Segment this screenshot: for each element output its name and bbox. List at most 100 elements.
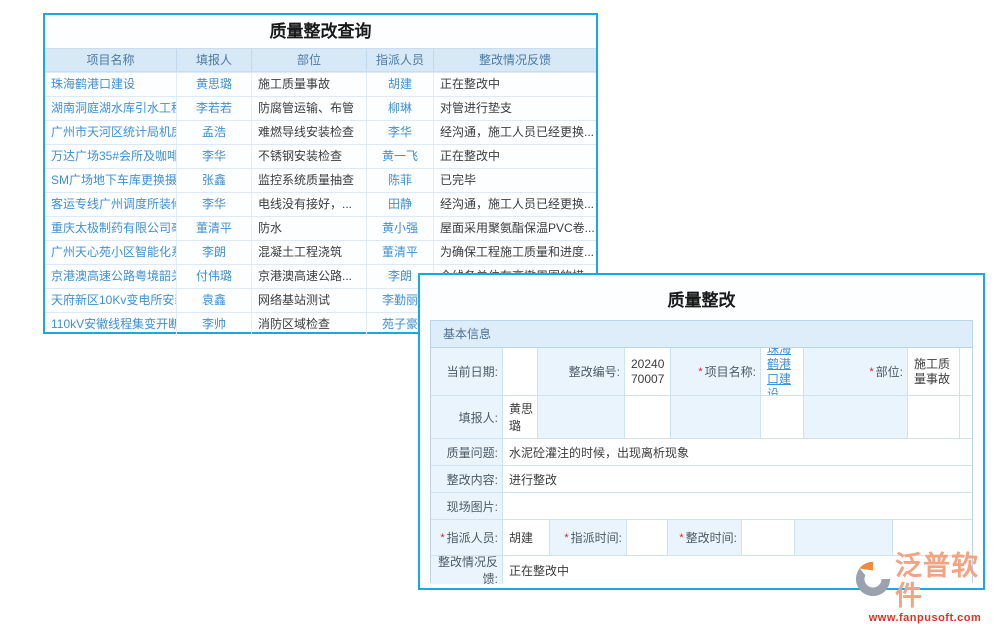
part-cell: 难燃导线安装检查 — [252, 121, 367, 144]
assignee-field[interactable]: 胡建 — [503, 520, 550, 555]
feedback-cell: 为确保工程施工质量和进度... — [434, 241, 596, 264]
assign-time-field[interactable] — [627, 520, 668, 555]
table-row: SM广场地下车库更换摄像 张鑫 监控系统质量抽查 陈菲 已完毕 — [45, 168, 596, 192]
part-label: * 部位: — [804, 348, 908, 395]
reporter-field[interactable]: 黄思璐 — [503, 396, 538, 438]
reporter-link[interactable]: 李朗 — [177, 241, 252, 264]
problem-field[interactable]: 水泥砼灌注的时候，出现离析现象 — [503, 439, 972, 465]
part-cell: 消防区域检查 — [252, 313, 367, 336]
empty-value-cell — [625, 396, 671, 438]
project-link[interactable]: 110kV安徽线程集变开断线 — [45, 313, 177, 336]
content-field[interactable]: 进行整改 — [503, 466, 972, 492]
assignee-link[interactable]: 田静 — [367, 193, 434, 216]
empty-label-cell — [795, 520, 893, 555]
section-title-basic-info: 基本信息 — [431, 321, 972, 348]
part-cell: 施工质量事故 — [252, 73, 367, 96]
part-cell: 防水 — [252, 217, 367, 240]
project-link[interactable]: 客运专线广州调度所装修项 — [45, 193, 177, 216]
logo-company-name: 泛普软件 — [895, 551, 996, 611]
reporter-link[interactable]: 黄思璐 — [177, 73, 252, 96]
reporter-label: 填报人: — [431, 396, 503, 438]
reporter-link[interactable]: 李华 — [177, 145, 252, 168]
part-cell: 防腐管运输、布管 — [252, 97, 367, 120]
reporter-link[interactable]: 袁鑫 — [177, 289, 252, 312]
column-header-assignee: 指派人员 — [367, 49, 434, 71]
project-link[interactable]: 天府新区10Kv变电所安装工 — [45, 289, 177, 312]
feedback-cell: 正在整改中 — [434, 73, 596, 96]
table-row: 湖南洞庭湖水库引水工程施工 李若若 防腐管运输、布管 柳琳 对管进行垫支 — [45, 96, 596, 120]
part-cell: 电线没有接好，... — [252, 193, 367, 216]
assignee-link[interactable]: 陈菲 — [367, 169, 434, 192]
required-asterisk: * — [698, 366, 702, 378]
project-link[interactable]: SM广场地下车库更换摄像 — [45, 169, 177, 192]
empty-value-cell — [908, 396, 960, 438]
feedback-cell: 正在整改中 — [434, 145, 596, 168]
column-header-reporter: 填报人 — [177, 49, 252, 71]
form-row-reporter: 填报人: 黄思璐 — [431, 396, 972, 439]
empty-label-cell — [671, 396, 761, 438]
reporter-link[interactable]: 董清平 — [177, 217, 252, 240]
project-name-label: * 项目名称: — [671, 348, 761, 395]
form-row-problem: 质量问题: 水泥砼灌注的时候，出现离析现象 — [431, 439, 972, 466]
project-link[interactable]: 京港澳高速公路粤境韶关至 — [45, 265, 177, 288]
required-asterisk: * — [869, 366, 873, 378]
project-link[interactable]: 湖南洞庭湖水库引水工程施工 — [45, 97, 177, 120]
current-date-field[interactable] — [503, 348, 538, 395]
assignee-link[interactable]: 董清平 — [367, 241, 434, 264]
project-name-field[interactable]: 珠海鹤港口建设 — [761, 348, 804, 395]
reporter-link[interactable]: 李若若 — [177, 97, 252, 120]
table-row: 广州天心苑小区智能化系统 李朗 混凝土工程浇筑 董清平 为确保工程施工质量和进度… — [45, 240, 596, 264]
table-row: 客运专线广州调度所装修项 李华 电线没有接好，... 田静 经沟通，施工人员已经… — [45, 192, 596, 216]
reporter-link[interactable]: 孟浩 — [177, 121, 252, 144]
column-header-part: 部位 — [252, 49, 367, 71]
required-asterisk: * — [679, 532, 683, 544]
feedback-cell: 经沟通，施工人员已经更换... — [434, 121, 596, 144]
project-link[interactable]: 重庆太极制药有限公司亳州 — [45, 217, 177, 240]
logo-website-url: www.fanpusoft.com — [854, 612, 996, 624]
table-row: 万达广场35#会所及咖啡厅 李华 不锈钢安装检查 黄一飞 正在整改中 — [45, 144, 596, 168]
empty-value-cell — [761, 396, 804, 438]
photo-field[interactable] — [503, 493, 972, 519]
assignee-label: * 指派人员: — [431, 520, 503, 555]
form-row-photo: 现场图片: — [431, 493, 972, 520]
number-field[interactable]: 2024070007 — [625, 348, 671, 395]
project-link[interactable]: 广州市天河区统计局机房改造 — [45, 121, 177, 144]
part-field[interactable]: 施工质量事故 — [908, 348, 960, 395]
project-link[interactable]: 万达广场35#会所及咖啡厅 — [45, 145, 177, 168]
reporter-link[interactable]: 李帅 — [177, 313, 252, 336]
feedback-cell: 经沟通，施工人员已经更换... — [434, 193, 596, 216]
project-link[interactable]: 广州天心苑小区智能化系统 — [45, 241, 177, 264]
query-window-title: 质量整改查询 — [45, 15, 596, 48]
reporter-link[interactable]: 张鑫 — [177, 169, 252, 192]
table-row: 珠海鹤港口建设 黄思璐 施工质量事故 胡建 正在整改中 — [45, 72, 596, 96]
assignee-link[interactable]: 李华 — [367, 121, 434, 144]
assignee-link[interactable]: 胡建 — [367, 73, 434, 96]
reporter-link[interactable]: 李华 — [177, 193, 252, 216]
assignee-link[interactable]: 黄小强 — [367, 217, 434, 240]
column-header-feedback: 整改情况反馈 — [434, 49, 596, 71]
feedback-cell: 对管进行垫支 — [434, 97, 596, 120]
part-cell: 监控系统质量抽查 — [252, 169, 367, 192]
fanpu-logo: 泛普软件 www.fanpusoft.com — [854, 551, 996, 624]
basic-info-panel: 基本信息 当前日期: 整改编号: 2024070007 * 项目名称: 珠海鹤港… — [430, 320, 973, 583]
number-label: 整改编号: — [538, 348, 625, 395]
content-label: 整改内容: — [431, 466, 503, 492]
fanpu-logo-icon — [854, 560, 892, 603]
photo-label: 现场图片: — [431, 493, 503, 519]
assignee-link[interactable]: 黄一飞 — [367, 145, 434, 168]
part-cell: 网络基站测试 — [252, 289, 367, 312]
reporter-link[interactable]: 付伟璐 — [177, 265, 252, 288]
column-header-project: 项目名称 — [45, 49, 177, 71]
table-row: 广州市天河区统计局机房改造 孟浩 难燃导线安装检查 李华 经沟通，施工人员已经更… — [45, 120, 596, 144]
form-row-content: 整改内容: 进行整改 — [431, 466, 972, 493]
project-name-link[interactable]: 珠海鹤港口建设 — [767, 348, 799, 395]
problem-label: 质量问题: — [431, 439, 503, 465]
part-cell: 不锈钢安装检查 — [252, 145, 367, 168]
part-cell: 混凝土工程浇筑 — [252, 241, 367, 264]
required-asterisk: * — [440, 532, 444, 544]
part-cell: 京港澳高速公路... — [252, 265, 367, 288]
assignee-link[interactable]: 柳琳 — [367, 97, 434, 120]
filler-cell — [960, 348, 972, 395]
project-link[interactable]: 珠海鹤港口建设 — [45, 73, 177, 96]
rectify-time-field[interactable] — [742, 520, 795, 555]
